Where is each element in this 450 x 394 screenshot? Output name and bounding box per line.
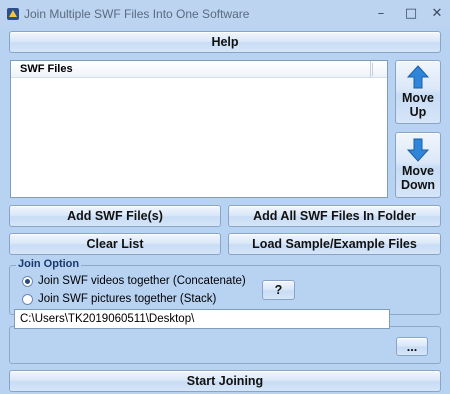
move-up-label-line1: Move (402, 91, 434, 105)
option-stack-label: Join SWF pictures together (Stack) (38, 293, 217, 305)
join-option-help-button[interactable]: ? (262, 280, 295, 300)
app-icon (7, 8, 19, 20)
move-down-label-line1: Move (402, 164, 434, 178)
join-option-legend: Join Option (16, 258, 82, 270)
move-up-button[interactable]: Move Up (395, 60, 441, 124)
arrow-down-icon (407, 138, 429, 162)
minimize-button[interactable]: – (372, 5, 390, 23)
swf-file-list[interactable]: SWF Files (10, 60, 388, 198)
window-title: Join Multiple SWF Files Into One Softwar… (24, 7, 250, 21)
save-results-group: Save Results To This Folder (9, 319, 441, 364)
option-concatenate[interactable]: Join SWF videos together (Concatenate) (22, 275, 246, 287)
maximize-button[interactable]: □ (402, 5, 420, 23)
title-bar: Join Multiple SWF Files Into One Softwar… (0, 0, 450, 28)
help-button[interactable]: Help (9, 31, 441, 53)
load-sample-button[interactable]: Load Sample/Example Files (228, 233, 441, 255)
column-header-swf-files[interactable]: SWF Files (11, 61, 371, 78)
browse-button[interactable]: ... (396, 337, 428, 356)
arrow-up-icon (407, 65, 429, 89)
radio-concatenate[interactable] (22, 275, 33, 287)
move-down-button[interactable]: Move Down (395, 132, 441, 198)
column-divider (372, 63, 373, 76)
radio-stack[interactable] (22, 293, 33, 305)
close-button[interactable]: ✕ (428, 5, 446, 23)
move-down-label-line2: Down (400, 178, 436, 192)
add-swf-files-button[interactable]: Add SWF File(s) (9, 205, 221, 227)
join-option-group: Join Option Join SWF videos together (Co… (9, 258, 441, 315)
output-folder-field[interactable]: C:\Users\TK2019060511\Desktop\ (14, 309, 390, 329)
add-folder-button[interactable]: Add All SWF Files In Folder (228, 205, 441, 227)
option-concatenate-label: Join SWF videos together (Concatenate) (38, 275, 246, 287)
list-header: SWF Files (11, 61, 387, 78)
clear-list-button[interactable]: Clear List (9, 233, 221, 255)
move-up-label-line2: Up (409, 105, 427, 119)
option-stack[interactable]: Join SWF pictures together (Stack) (22, 293, 216, 305)
start-joining-button[interactable]: Start Joining (9, 370, 441, 392)
